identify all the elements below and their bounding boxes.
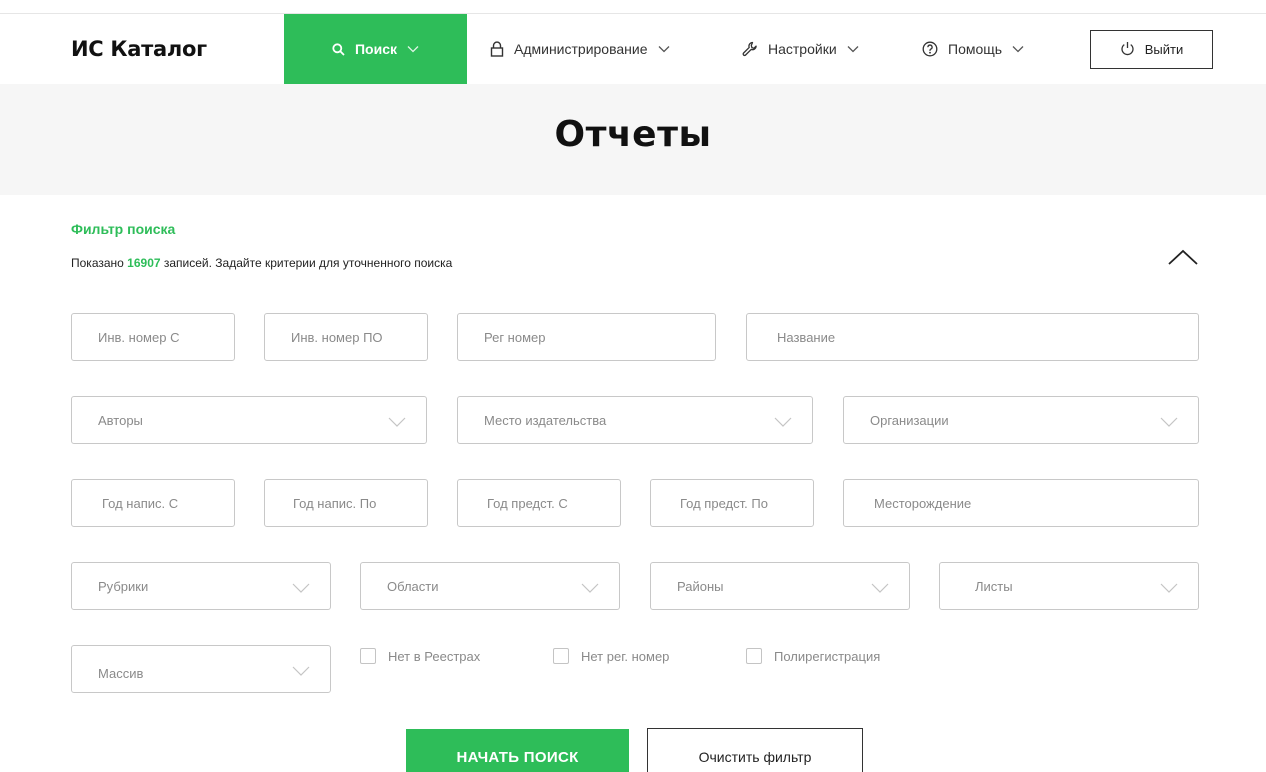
chevron-down-icon: [1160, 581, 1178, 596]
page-title: Отчеты: [554, 114, 712, 155]
summary-prefix: Показано: [71, 256, 128, 270]
inv-number-to-input[interactable]: Инв. номер ПО: [264, 313, 428, 361]
lock-icon: [490, 41, 504, 57]
chevron-up-icon: [1167, 249, 1199, 270]
placeholder: Рубрики: [98, 578, 149, 594]
logout-button[interactable]: Выйти: [1090, 30, 1213, 69]
power-icon: [1120, 41, 1135, 59]
placeholder: Место издательства: [484, 412, 607, 428]
chevron-down-icon: [1160, 415, 1178, 430]
checkbox-box[interactable]: [746, 648, 762, 664]
nav-settings-menu[interactable]: Настройки: [742, 14, 859, 84]
clear-filter-button[interactable]: Очистить фильтр: [647, 728, 863, 772]
placeholder: Год напис. С: [102, 495, 179, 511]
chevron-down-icon: [292, 581, 310, 596]
checkbox-box[interactable]: [553, 648, 569, 664]
regions-select[interactable]: Области: [360, 562, 620, 610]
authors-select[interactable]: Авторы: [71, 396, 427, 444]
top-navigation: ИС Каталог Поиск Администрирование Настр…: [0, 14, 1266, 84]
summary-suffix: записей. Задайте критерии для уточненног…: [160, 256, 453, 270]
checkbox-label: Полирегистрация: [774, 648, 881, 664]
placeholder: Области: [387, 578, 439, 594]
placeholder: Инв. номер ПО: [291, 329, 383, 345]
app-logo[interactable]: ИС Каталог: [71, 14, 207, 84]
checkbox-label: Нет рег. номер: [581, 648, 670, 664]
reg-number-input[interactable]: Рег номер: [457, 313, 716, 361]
chevron-down-icon: [847, 45, 859, 53]
sheets-select[interactable]: Листы: [939, 562, 1199, 610]
collapse-filter-button[interactable]: [1167, 248, 1199, 266]
placeholder: Листы: [975, 578, 1013, 594]
year-submitted-to-input[interactable]: Год предст. По: [650, 479, 814, 527]
checkbox-label: Нет в Реестрах: [388, 648, 481, 664]
chevron-down-icon: [388, 415, 406, 430]
page-header: Отчеты: [0, 84, 1266, 195]
publish-place-select[interactable]: Место издательства: [457, 396, 813, 444]
nav-search-label: Поиск: [354, 41, 397, 57]
year-submitted-from-input[interactable]: Год предст. С: [457, 479, 621, 527]
inv-number-from-input[interactable]: Инв. номер С: [71, 313, 235, 361]
logout-label: Выйти: [1144, 42, 1184, 57]
districts-select[interactable]: Районы: [650, 562, 910, 610]
chevron-down-icon: [774, 415, 792, 430]
placeholder: Год напис. По: [293, 495, 377, 511]
massif-select[interactable]: Массив: [71, 645, 331, 693]
no-reg-number-checkbox[interactable]: Нет рег. номер: [553, 648, 669, 664]
record-count: 16907: [127, 256, 161, 270]
nav-help-menu[interactable]: Помощь: [922, 14, 1024, 84]
polyregistration-checkbox[interactable]: Полирегистрация: [746, 648, 880, 664]
chevron-down-icon: [581, 581, 599, 596]
nav-admin-label: Администрирование: [514, 41, 648, 57]
filter-summary: Показано 16907 записей. Задайте критерии…: [71, 256, 452, 270]
name-input[interactable]: Название: [746, 313, 1199, 361]
chevron-down-icon: [1012, 45, 1024, 53]
year-written-from-input[interactable]: Год напис. С: [71, 479, 235, 527]
nav-admin-menu[interactable]: Администрирование: [490, 14, 670, 84]
search-icon: [332, 42, 345, 56]
help-icon: [922, 41, 938, 57]
wrench-icon: [742, 41, 758, 57]
placeholder: Месторождение: [874, 495, 972, 511]
placeholder: Организации: [870, 412, 949, 428]
chevron-down-icon: [292, 664, 310, 679]
chevron-down-icon: [871, 581, 889, 596]
placeholder: Год предст. С: [487, 495, 568, 511]
start-search-button[interactable]: НАЧАТЬ ПОИСК: [406, 729, 629, 772]
no-registry-checkbox[interactable]: Нет в Реестрах: [360, 648, 480, 664]
rubrics-select[interactable]: Рубрики: [71, 562, 331, 610]
placeholder: Рег номер: [484, 329, 546, 345]
placeholder: Авторы: [98, 412, 143, 428]
nav-settings-label: Настройки: [768, 41, 837, 57]
deposit-input[interactable]: Месторождение: [843, 479, 1199, 527]
year-written-to-input[interactable]: Год напис. По: [264, 479, 428, 527]
nav-search-menu[interactable]: Поиск: [284, 14, 467, 84]
placeholder: Год предст. По: [680, 495, 768, 511]
placeholder: Районы: [677, 578, 724, 594]
placeholder: Название: [777, 329, 836, 345]
chevron-down-icon: [407, 45, 419, 53]
checkbox-box[interactable]: [360, 648, 376, 664]
filter-title: Фильтр поиска: [71, 221, 176, 237]
nav-help-label: Помощь: [948, 41, 1003, 57]
organizations-select[interactable]: Организации: [843, 396, 1199, 444]
placeholder: Инв. номер С: [98, 329, 180, 345]
chevron-down-icon: [658, 45, 670, 53]
placeholder: Массив: [98, 665, 144, 681]
